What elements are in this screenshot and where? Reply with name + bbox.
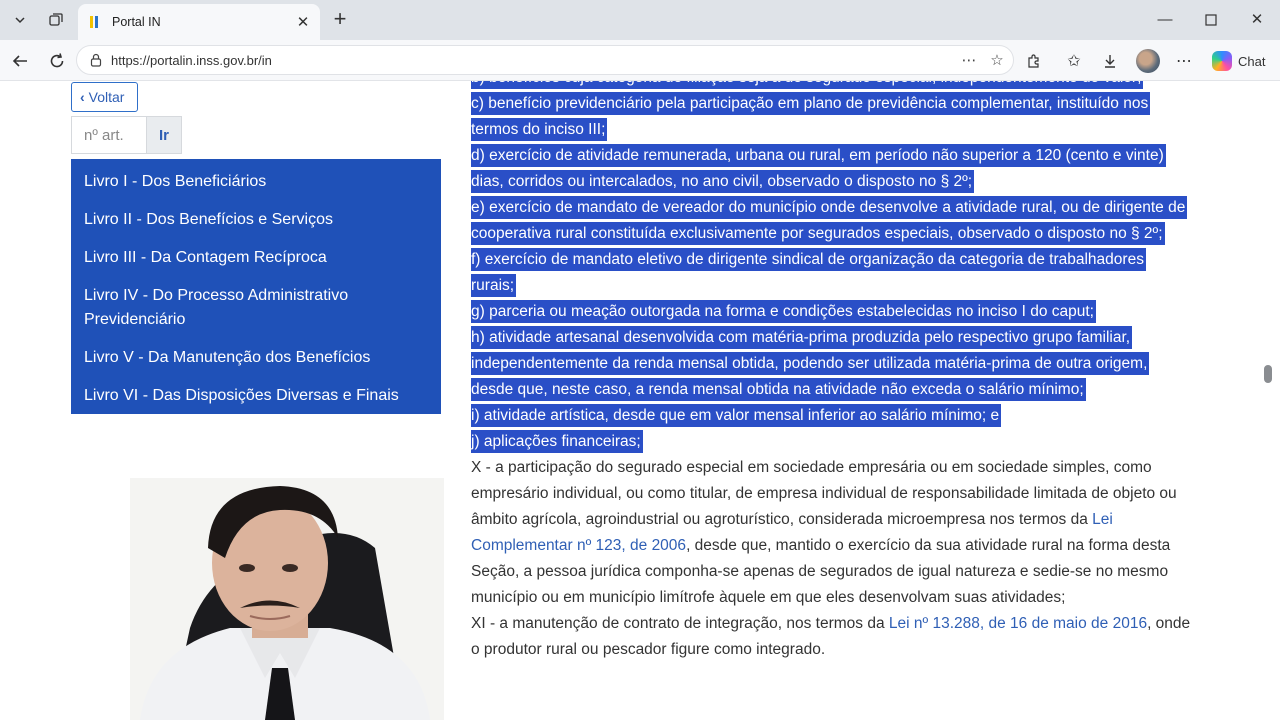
selected-line: e) exercício de mandato de vereador do m… bbox=[471, 195, 1191, 247]
selected-line: f) exercício de mandato eletivo de dirig… bbox=[471, 247, 1191, 299]
webcam-overlay bbox=[130, 478, 444, 720]
selected-line: h) atividade artesanal desenvolvida com … bbox=[471, 325, 1191, 403]
workspaces-icon[interactable] bbox=[42, 6, 70, 34]
lock-icon[interactable] bbox=[89, 53, 103, 67]
selected-line: c) benefício previdenciário pela partici… bbox=[471, 91, 1191, 143]
address-bar[interactable]: https://portalin.inss.gov.br/in ⋯ ☆ bbox=[76, 45, 1014, 75]
back-arrow-icon[interactable] bbox=[7, 48, 33, 74]
browser-toolbar: https://portalin.inss.gov.br/in ⋯ ☆ ✩ ⋯ … bbox=[0, 40, 1280, 81]
copilot-chat-button[interactable]: Chat bbox=[1206, 47, 1272, 75]
url-text[interactable]: https://portalin.inss.gov.br/in bbox=[111, 53, 957, 68]
scrollbar-thumb[interactable] bbox=[1264, 365, 1272, 383]
portal-favicon-icon bbox=[88, 15, 102, 29]
chevron-left-icon: ‹ bbox=[80, 89, 85, 105]
menu-item-livro-6[interactable]: Livro VI - Das Disposições Diversas e Fi… bbox=[71, 377, 441, 415]
minimize-icon[interactable]: — bbox=[1153, 8, 1177, 32]
more-options-circle-icon[interactable]: ⋯ bbox=[957, 48, 981, 72]
refresh-icon[interactable] bbox=[44, 48, 70, 74]
back-button[interactable]: ‹ Voltar bbox=[71, 82, 138, 112]
close-window-icon[interactable]: ✕ bbox=[1245, 8, 1269, 32]
selected-line: i) atividade artística, desde que em val… bbox=[471, 403, 1191, 429]
extensions-puzzle-icon[interactable] bbox=[1021, 48, 1047, 74]
menu-item-livro-5[interactable]: Livro V - Da Manutenção dos Benefícios bbox=[71, 339, 441, 377]
settings-more-icon[interactable]: ⋯ bbox=[1171, 48, 1197, 74]
menu-item-livro-4[interactable]: Livro IV - Do Processo Administrativo Pr… bbox=[71, 277, 441, 339]
tab-close-icon[interactable]: ✕ bbox=[292, 11, 314, 33]
favorites-icon[interactable]: ✩ bbox=[1061, 48, 1087, 74]
link-lei-13288[interactable]: Lei nº 13.288, de 16 de maio de 2016 bbox=[889, 615, 1147, 632]
article-number-input[interactable]: nº art. bbox=[71, 116, 146, 154]
menu-item-livro-2[interactable]: Livro II - Dos Benefícios e Serviços bbox=[71, 201, 441, 239]
selected-line: b) benefícios cuja categoria de filiação… bbox=[471, 81, 1191, 91]
menu-item-livro-1[interactable]: Livro I - Dos Beneficiários bbox=[71, 163, 441, 201]
profile-avatar[interactable] bbox=[1136, 49, 1160, 73]
favorite-star-icon[interactable]: ☆ bbox=[985, 48, 1009, 72]
books-menu: Livro I - Dos Beneficiários Livro II - D… bbox=[71, 159, 441, 414]
item-x: X - a participação do segurado especial … bbox=[471, 459, 1177, 606]
maximize-icon[interactable] bbox=[1199, 8, 1223, 32]
new-tab-plus-icon[interactable]: + bbox=[328, 8, 352, 32]
article-text: b) benefícios cuja categoria de filiação… bbox=[471, 81, 1191, 663]
chat-label: Chat bbox=[1238, 53, 1266, 69]
selected-line: g) parceria ou meação outorgada na forma… bbox=[471, 299, 1191, 325]
menu-item-livro-3[interactable]: Livro III - Da Contagem Recíproca bbox=[71, 239, 441, 277]
tab-title: Portal IN bbox=[112, 15, 161, 29]
selected-line: d) exercício de atividade remunerada, ur… bbox=[471, 143, 1191, 195]
go-button[interactable]: Ir bbox=[146, 116, 182, 154]
selected-line: j) aplicações financeiras; bbox=[471, 429, 1191, 455]
copilot-icon bbox=[1212, 51, 1232, 71]
downloads-icon[interactable] bbox=[1097, 48, 1123, 74]
item-xi: XI - a manutenção de contrato de integra… bbox=[471, 615, 1191, 658]
browser-tab-bar: Portal IN ✕ + — ✕ bbox=[0, 0, 1280, 40]
back-button-label: Voltar bbox=[88, 89, 125, 105]
tab-portal-in[interactable]: Portal IN ✕ bbox=[78, 4, 320, 40]
tab-actions-chevron-icon[interactable] bbox=[6, 6, 34, 34]
